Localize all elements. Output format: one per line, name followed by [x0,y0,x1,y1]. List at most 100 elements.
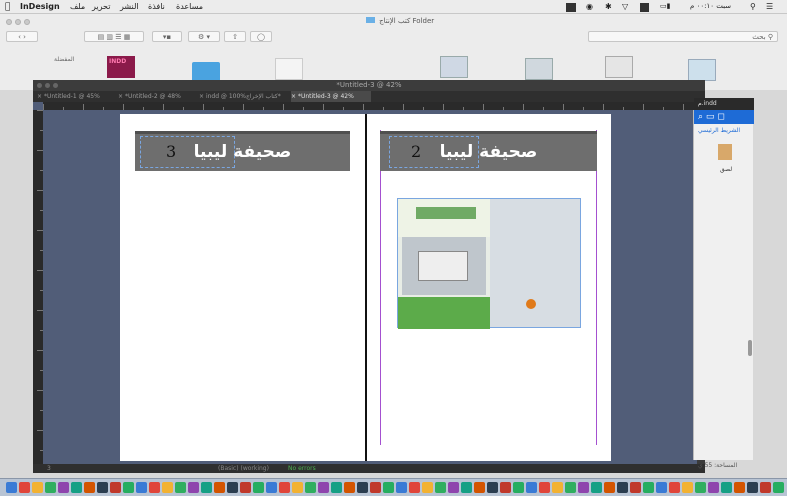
vertical-ruler[interactable] [33,110,43,465]
dock-app-icon[interactable] [214,482,225,493]
dock-app-icon[interactable] [500,482,511,493]
dock-app-icon[interactable] [643,482,654,493]
minimize-button[interactable] [45,83,50,88]
menu-edit[interactable]: تحرير [92,2,110,11]
menu-window[interactable]: نافذة [148,2,165,11]
dock-app-icon[interactable] [240,482,251,493]
dock-app-icon[interactable] [565,482,576,493]
close-button[interactable] [6,19,12,25]
dock-app-icon[interactable] [123,482,134,493]
indd-file-icon[interactable]: INDD [107,56,135,78]
dock-app-icon[interactable] [747,482,758,493]
dock-app-icon[interactable] [682,482,693,493]
paste-icon[interactable] [718,144,732,160]
dock-app-icon[interactable] [357,482,368,493]
document-icon[interactable] [275,58,303,80]
apple-menu-icon[interactable]:  [5,2,10,12]
dock-app-icon[interactable] [97,482,108,493]
dock-app-icon[interactable] [71,482,82,493]
dock-app-icon[interactable] [58,482,69,493]
dock-app-icon[interactable] [45,482,56,493]
search-field[interactable]: بحث ⚲ [588,31,778,42]
tab-indd[interactable]: × indd @ 100%كتاب الإخراج* [199,91,289,102]
zoom-button[interactable] [53,83,58,88]
image-file-icon[interactable] [440,56,468,78]
image-file-icon[interactable] [525,58,553,80]
back-forward-buttons[interactable]: ‹ › [6,31,38,42]
share-icon[interactable]: ⇧ [224,31,246,42]
search-icon[interactable]: ⚲ [750,2,756,11]
dock-app-icon[interactable] [695,482,706,493]
dock-app-icon[interactable] [617,482,628,493]
dock-app-icon[interactable] [513,482,524,493]
image-file-icon[interactable] [688,59,716,81]
placed-book-cover[interactable] [397,198,581,329]
preflight-status[interactable]: No errors [288,465,316,472]
minimize-button[interactable] [15,19,21,25]
globe-icon[interactable]: ◉ [586,2,593,11]
dock-app-icon[interactable] [149,482,160,493]
bluetooth-icon[interactable]: ✱ [605,2,612,11]
dock-app-icon[interactable] [396,482,407,493]
dock-app-icon[interactable] [305,482,316,493]
dock-app-icon[interactable] [370,482,381,493]
dock-app-icon[interactable] [474,482,485,493]
dock-app-icon[interactable] [734,482,745,493]
close-button[interactable] [37,83,42,88]
dock-app-icon[interactable] [292,482,303,493]
horizontal-ruler[interactable] [43,102,705,110]
right-page[interactable]: صحيفة ليبيا 2 [367,114,611,461]
zoom-button[interactable] [24,19,30,25]
dock-app-icon[interactable] [604,482,615,493]
menu-layout[interactable]: النشر [120,2,139,11]
profile-label[interactable]: (Basic) (working) [218,465,269,472]
dock-app-icon[interactable] [6,482,17,493]
clock-text[interactable]: سبت ٠٠:١٠ م [690,2,731,10]
dock-app-icon[interactable] [630,482,641,493]
dock-app-icon[interactable] [266,482,277,493]
dock-app-icon[interactable] [526,482,537,493]
image-file-icon[interactable] [605,56,633,78]
dock-app-icon[interactable] [669,482,680,493]
left-page[interactable]: صحيفة ليبيا 3 [120,114,365,461]
dock-app-icon[interactable] [591,482,602,493]
page-number-field[interactable]: 3 [47,465,51,472]
dock-app-icon[interactable] [760,482,771,493]
list-icon[interactable]: ☰ [766,2,773,11]
dock-app-icon[interactable] [383,482,394,493]
dock-app-icon[interactable] [110,482,121,493]
dock-app-icon[interactable] [708,482,719,493]
dock-app-icon[interactable] [188,482,199,493]
menu-file[interactable]: ملف [70,2,85,11]
tab-untitled-3[interactable]: × *Untitled-3 @ 42% [291,91,371,102]
dock-app-icon[interactable] [409,482,420,493]
text-frame[interactable] [140,136,235,168]
dock-app-icon[interactable] [539,482,550,493]
dock-app-icon[interactable] [435,482,446,493]
dock-app-icon[interactable] [227,482,238,493]
dock-app-icon[interactable] [721,482,732,493]
dock-app-icon[interactable] [32,482,43,493]
dock-app-icon[interactable] [552,482,563,493]
dock-app-icon[interactable] [487,482,498,493]
dock-app-icon[interactable] [279,482,290,493]
panel-toolbar[interactable]: ⌕ ▭ ◻ [694,110,754,124]
dock-app-icon[interactable] [773,482,784,493]
dock-app-icon[interactable] [461,482,472,493]
tag-icon[interactable]: ◯ [250,31,272,42]
tab-untitled-1[interactable]: × *Untitled-1 @ 45% [37,91,115,102]
dock-app-icon[interactable] [448,482,459,493]
keyboard-icon[interactable] [640,3,649,12]
screen-icon[interactable] [566,3,576,12]
panel-scrollbar[interactable] [748,340,752,356]
battery-icon[interactable]: ▭▮ [660,2,670,10]
action-gear-icon[interactable]: ⚙ ▾ [188,31,220,42]
dock-app-icon[interactable] [318,482,329,493]
dock-app-icon[interactable] [344,482,355,493]
dock-app-icon[interactable] [656,482,667,493]
dock-app-icon[interactable] [578,482,589,493]
panel-title[interactable]: الشريط الرئيسي [698,127,740,134]
dock-app-icon[interactable] [331,482,342,493]
arrange-button[interactable]: ▾▪ [152,31,182,42]
app-menu[interactable]: InDesign [20,2,60,11]
